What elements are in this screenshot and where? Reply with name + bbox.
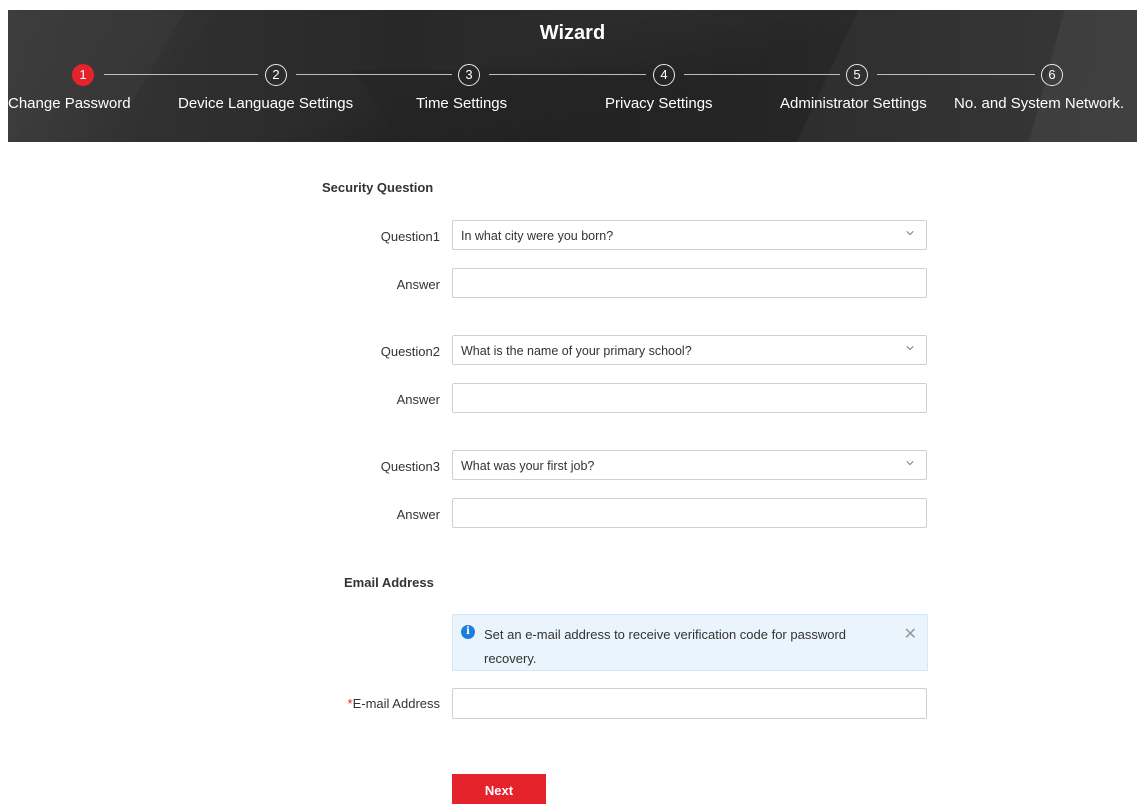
step-4-indicator: 4 (653, 64, 675, 86)
answer2-input[interactable] (452, 383, 927, 413)
question3-select[interactable]: What was your first job? (452, 450, 927, 480)
answer2-label: Answer (396, 392, 440, 407)
notice-text: Set an e-mail address to receive verific… (484, 627, 847, 666)
email-input[interactable] (452, 688, 927, 719)
step-1-indicator: 1 (72, 64, 94, 86)
step-5-label: Administrator Settings (780, 95, 927, 112)
security-question-title: Security Question (322, 180, 434, 195)
email-notice: i Set an e-mail address to receive verif… (452, 614, 928, 671)
answer1-label: Answer (396, 277, 440, 292)
chevron-down-icon (906, 231, 914, 236)
question2-select[interactable]: What is the name of your primary school? (452, 335, 927, 365)
chevron-down-icon (906, 346, 914, 351)
chevron-down-icon (906, 461, 914, 466)
email-label: *E-mail Address (347, 696, 440, 711)
step-2-label: Device Language Settings (178, 95, 354, 112)
step-3-label: Time Settings (416, 95, 508, 112)
question2-selected-value: What is the name of your primary school? (461, 344, 692, 358)
wizard-header: Wizard 1 2 3 4 5 6 Change Password Devic… (8, 10, 1137, 142)
info-icon: i (461, 625, 475, 639)
question1-selected-value: In what city were you born? (461, 229, 614, 243)
close-icon[interactable]: ✕ (904, 624, 917, 644)
question3-selected-value: What was your first job? (461, 459, 595, 473)
answer3-input[interactable] (452, 498, 927, 528)
question1-label: Question1 (380, 229, 440, 244)
step-6-label: No. and System Network. (954, 95, 1125, 112)
question3-label: Question3 (380, 459, 440, 474)
step-2-indicator: 2 (265, 64, 287, 86)
question1-select[interactable]: In what city were you born? (452, 220, 927, 250)
answer3-label: Answer (396, 507, 440, 522)
question2-label: Question2 (380, 344, 440, 359)
step-1-label: Change Password (8, 95, 131, 112)
email-address-title: Email Address (344, 575, 434, 590)
step-3-indicator: 3 (458, 64, 480, 86)
step-4-label: Privacy Settings (605, 95, 713, 112)
step-6-indicator: 6 (1041, 64, 1063, 86)
step-5-indicator: 5 (846, 64, 868, 86)
answer1-input[interactable] (452, 268, 927, 298)
wizard-title: Wizard (539, 22, 606, 44)
